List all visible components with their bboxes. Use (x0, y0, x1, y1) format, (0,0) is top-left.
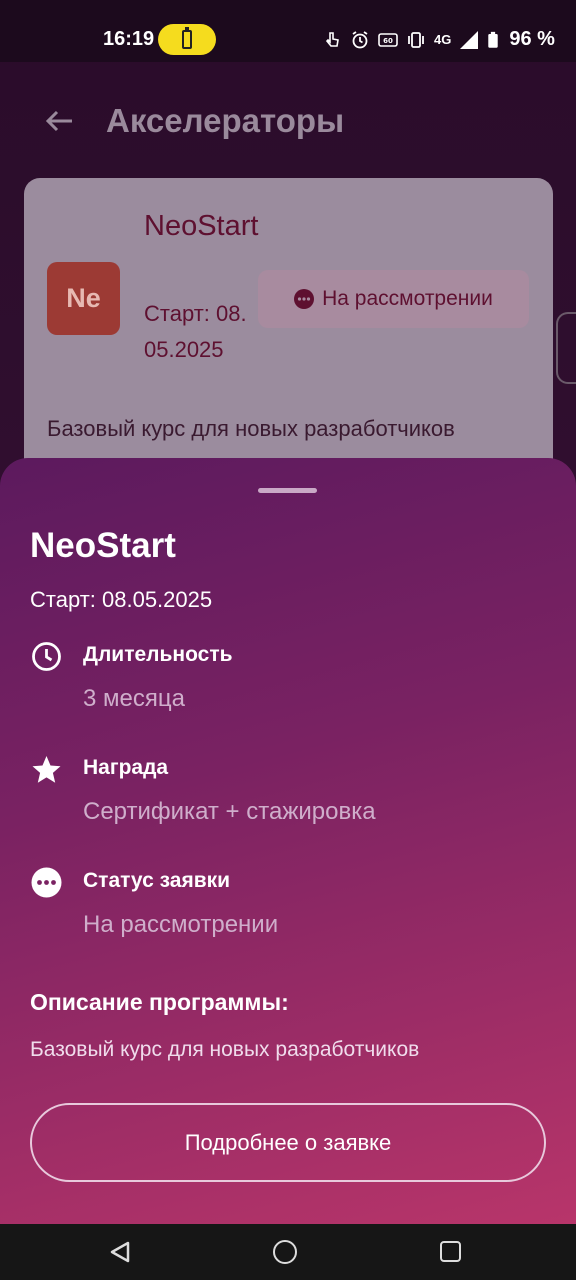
network-type: 4G (434, 32, 452, 47)
battery-saver-indicator (158, 24, 216, 55)
more-dots-icon (31, 867, 62, 898)
detail-label: Длительность (83, 643, 233, 666)
battery-charging-icon (182, 27, 192, 49)
description-text: Базовый курс для новых разработчиков (30, 1038, 420, 1061)
nav-recents-icon[interactable] (440, 1241, 461, 1262)
svg-text:60: 60 (383, 37, 393, 45)
alarm-icon (352, 30, 368, 48)
accelerator-card[interactable]: Ne NeoStart Старт: 08.05.2025 На рассмот… (24, 178, 553, 478)
back-arrow-icon[interactable] (42, 104, 76, 138)
detail-value: На рассмотрении (83, 911, 279, 938)
status-icons: 60 4G 96 % (322, 28, 555, 51)
card-status-badge: На рассмотрении (258, 270, 529, 328)
edge-panel-handle[interactable] (556, 312, 576, 384)
signal-icon (460, 30, 479, 49)
vibrate-icon (408, 31, 424, 48)
star-icon (32, 756, 61, 783)
card-description: Базовый курс для новых разработчиков (47, 416, 455, 441)
more-dots-icon (294, 289, 315, 309)
app-bar: Акселераторы (0, 62, 576, 180)
sheet-drag-handle[interactable] (258, 488, 317, 493)
card-status-label: На рассмотрении (322, 287, 493, 310)
battery-percent: 96 % (509, 28, 555, 50)
detail-label: Статус заявки (83, 869, 231, 892)
sheet-start-date: Старт: 08.05.2025 (30, 587, 213, 612)
detail-label: Награда (83, 756, 169, 779)
page-title: Акселераторы (106, 102, 345, 139)
detail-value: 3 месяца (83, 685, 185, 712)
details-bottom-sheet: NeoStart Старт: 08.05.2025 Длительность … (0, 458, 576, 1224)
nav-home-icon[interactable] (273, 1240, 297, 1264)
detail-value: Сертификат + стажировка (83, 798, 376, 825)
nav-back-icon[interactable] (108, 1240, 132, 1264)
clock-icon (32, 642, 61, 671)
card-program-name: NeoStart (144, 210, 259, 242)
system-nav-bar (0, 1224, 576, 1280)
status-bar: 16:19 60 4G 96 % (0, 0, 576, 62)
card-start-date: Старт: 08.05.2025 (144, 301, 247, 362)
description-heading: Описание программы: (30, 989, 289, 1015)
detail-row-reward: Награда Сертификат + стажировка (30, 753, 550, 843)
detail-row-duration: Длительность 3 месяца (30, 640, 550, 730)
battery-icon (488, 31, 499, 48)
status-time: 16:19 (103, 28, 155, 50)
touch-icon (325, 31, 339, 47)
application-details-button[interactable]: Подробнее о заявке (30, 1103, 546, 1182)
refresh-rate-icon: 60 (378, 32, 398, 47)
program-logo: Ne (47, 262, 120, 335)
sheet-title: NeoStart (30, 526, 176, 565)
detail-row-status: Статус заявки На рассмотрении (30, 866, 550, 956)
